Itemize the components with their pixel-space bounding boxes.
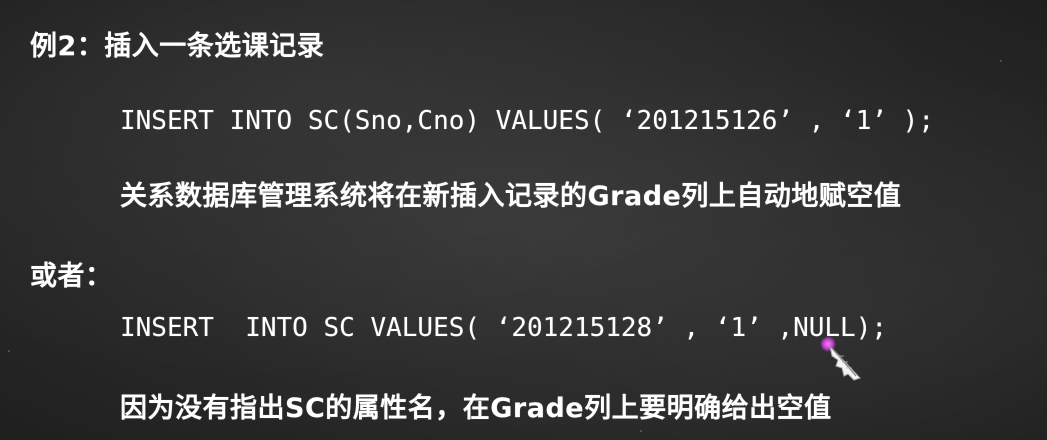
or-label: 或者： [30,261,113,292]
explanation-text-1: 关系数据库管理系统将在新插入记录的Grade列上自动地赋空值 [120,181,902,212]
sql-statement-1: INSERT INTO SC(Sno,Cno) VALUES( ‘2012151… [120,106,934,136]
feather-pen-cursor-icon [820,336,861,381]
chalk-speck [640,430,642,432]
sql-statement-2: INSERT INTO SC VALUES( ‘201215128’ , ‘1’… [120,313,888,343]
example-heading: 例2：插入一条选课记录 [30,31,325,62]
explanation-text-2: 因为没有指出SC的属性名，在Grade列上要明确给出空值 [120,393,832,424]
chalk-speck [1000,60,1002,62]
chalk-speck [8,350,10,352]
chalkboard-slide: 例2：插入一条选课记录 INSERT INTO SC(Sno,Cno) VALU… [0,0,1047,440]
